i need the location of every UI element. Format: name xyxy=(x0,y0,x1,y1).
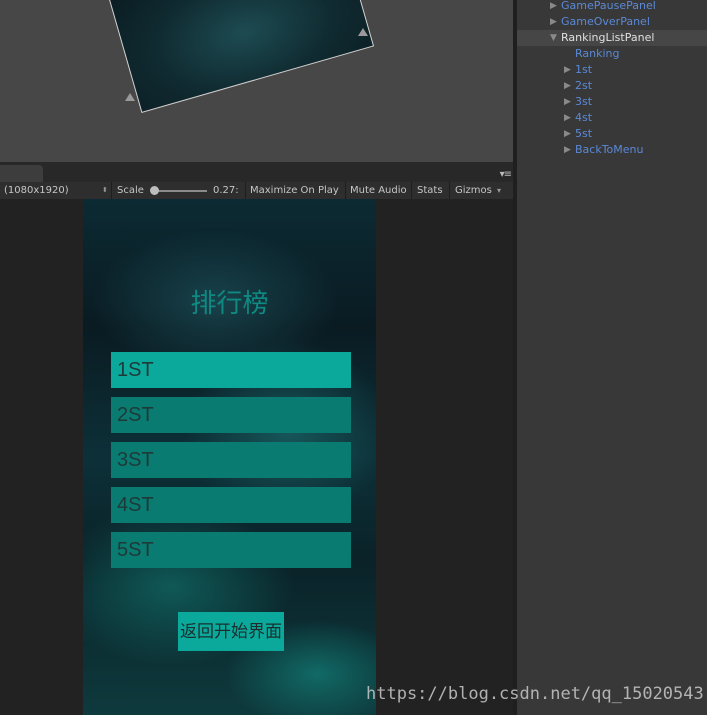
hierarchy-item-label: 3st xyxy=(575,95,593,108)
triangle-right-icon[interactable]: ▶ xyxy=(564,142,571,158)
triangle-down-icon[interactable]: ▼ xyxy=(550,30,557,46)
game-canvas: 排行榜 1ST 2ST 3ST 4ST 5ST 返回开始界面 xyxy=(83,199,376,715)
rank-row-2: 2ST xyxy=(111,397,351,433)
gizmos-button[interactable]: Gizmos xyxy=(455,182,492,199)
scale-slider-track[interactable] xyxy=(152,190,207,192)
mute-audio-button[interactable]: Mute Audio xyxy=(350,182,407,199)
hierarchy-panel: ▶ GamePausePanel ▶ GameOverPanel ▼ Ranki… xyxy=(517,0,707,715)
hierarchy-item-rankinglistpanel[interactable]: ▼ RankingListPanel xyxy=(517,30,707,46)
scale-slider-thumb[interactable] xyxy=(150,186,159,195)
hierarchy-item-label: 2st xyxy=(575,79,593,92)
triangle-right-icon[interactable]: ▶ xyxy=(550,14,557,30)
game-view-area: 排行榜 1ST 2ST 3ST 4ST 5ST 返回开始界面 xyxy=(0,199,513,715)
scale-label: Scale xyxy=(117,185,144,196)
triangle-right-icon[interactable]: ▶ xyxy=(564,78,571,94)
hierarchy-item-gameoverpanel[interactable]: ▶ GameOverPanel xyxy=(517,14,707,30)
hierarchy-item-1st[interactable]: ▶ 1st xyxy=(517,62,707,78)
triangle-right-icon[interactable]: ▶ xyxy=(564,62,571,78)
hierarchy-item-gamepausepanel[interactable]: ▶ GamePausePanel xyxy=(517,0,707,14)
rank-row-4: 4ST xyxy=(111,487,351,523)
rank-row-5: 5ST xyxy=(111,532,351,568)
stats-button[interactable]: Stats xyxy=(417,182,443,199)
hierarchy-item-label: GameOverPanel xyxy=(561,15,650,28)
tab-game[interactable] xyxy=(0,165,43,182)
game-toolbar: (1080x1920) ⬍ Scale 0.27: Maximize On Pl… xyxy=(0,182,513,200)
rect-handle-icon[interactable] xyxy=(358,28,368,36)
hierarchy-item-label: 5st xyxy=(575,127,593,140)
rank-row-3: 3ST xyxy=(111,442,351,478)
hierarchy-item-2st[interactable]: ▶ 2st xyxy=(517,78,707,94)
hierarchy-item-label: BackToMenu xyxy=(575,143,644,156)
hierarchy-item-label: Ranking xyxy=(575,47,620,60)
back-to-menu-button[interactable]: 返回开始界面 xyxy=(178,612,284,651)
triangle-right-icon[interactable]: ▶ xyxy=(564,110,571,126)
watermark: https://blog.csdn.net/qq_15020543 xyxy=(366,684,704,704)
scene-canvas-preview xyxy=(107,0,375,113)
rect-handle-icon[interactable] xyxy=(125,93,135,101)
hierarchy-item-label: GamePausePanel xyxy=(561,0,656,12)
ranking-title: 排行榜 xyxy=(190,289,269,319)
hierarchy-item-3st[interactable]: ▶ 3st xyxy=(517,94,707,110)
game-tab-strip: ▾≡ xyxy=(0,162,513,182)
hierarchy-item-ranking[interactable]: Ranking xyxy=(517,46,707,62)
hierarchy-item-backtomenu[interactable]: ▶ BackToMenu xyxy=(517,142,707,158)
hierarchy-item-label: 4st xyxy=(575,111,593,124)
triangle-right-icon[interactable]: ▶ xyxy=(550,0,557,14)
triangle-right-icon[interactable]: ▶ xyxy=(564,126,571,142)
hierarchy-item-label: RankingListPanel xyxy=(561,31,655,44)
rank-row-1: 1ST xyxy=(111,352,351,388)
dropdown-arrow-icon[interactable]: ⬍ xyxy=(102,182,108,199)
hierarchy-item-5st[interactable]: ▶ 5st xyxy=(517,126,707,142)
hierarchy-item-4st[interactable]: ▶ 4st xyxy=(517,110,707,126)
dropdown-arrow-icon[interactable]: ▾ xyxy=(497,182,501,199)
hierarchy-item-label: 1st xyxy=(575,63,593,76)
menu-icon[interactable]: ▾≡ xyxy=(500,169,512,180)
scene-view[interactable] xyxy=(0,0,513,162)
resolution-dropdown[interactable]: (1080x1920) xyxy=(4,182,69,199)
maximize-on-play-button[interactable]: Maximize On Play xyxy=(250,182,339,199)
triangle-right-icon[interactable]: ▶ xyxy=(564,94,571,110)
scale-value: 0.27: xyxy=(213,185,239,196)
